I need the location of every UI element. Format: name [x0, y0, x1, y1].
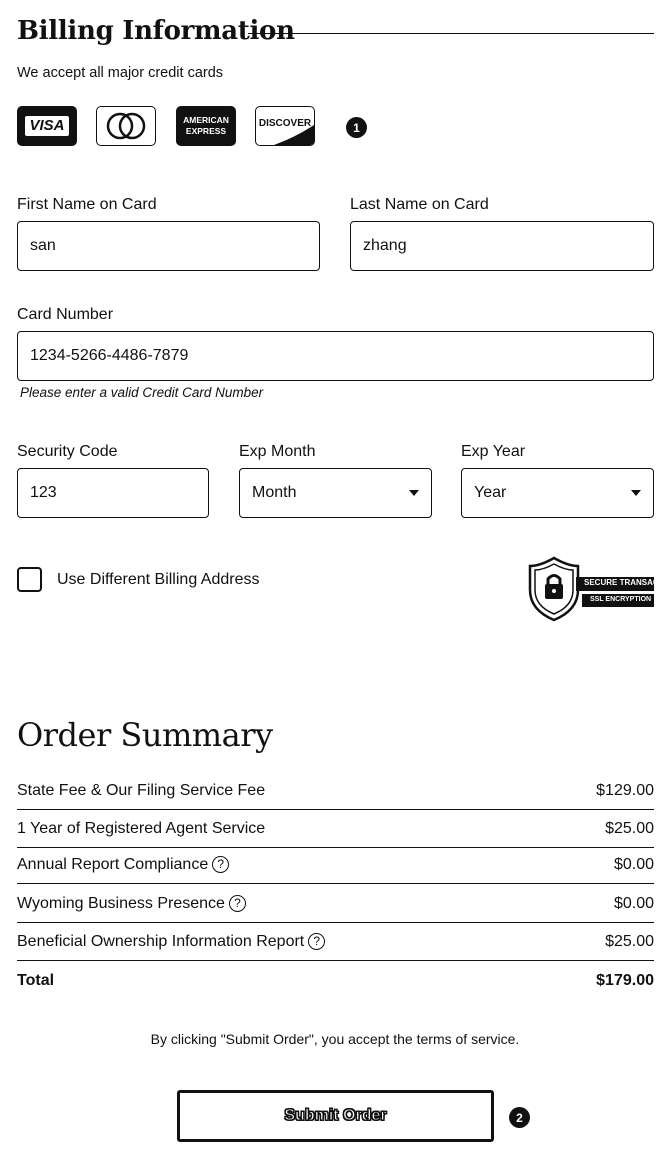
- exp-year-value: Year: [474, 484, 507, 501]
- summary-row-amount: $0.00: [613, 855, 654, 873]
- mastercard-logo: [96, 106, 156, 146]
- summary-row: State Fee & Our Filing Service Fee $129.…: [17, 772, 654, 810]
- last-name-label: Last Name on Card: [350, 196, 489, 213]
- chevron-down-icon: [409, 490, 419, 496]
- amex-text-line2: EXPRESS: [185, 126, 227, 136]
- amex-logo: AMERICAN EXPRESS: [176, 106, 236, 146]
- summary-row-amount: $25.00: [605, 932, 654, 950]
- summary-row: Beneficial Ownership Information Report?…: [17, 923, 654, 961]
- visa-logo: VISA: [17, 106, 77, 146]
- summary-row-label: 1 Year of Registered Agent Service: [17, 819, 266, 837]
- checkout-page: Billing Information We accept all major …: [0, 0, 670, 1168]
- total-label: Total: [17, 972, 55, 989]
- help-icon[interactable]: ?: [228, 894, 246, 912]
- summary-row-label: State Fee & Our Filing Service Fee: [17, 781, 266, 799]
- security-code-field[interactable]: [17, 468, 209, 518]
- chevron-down-icon: [631, 490, 641, 496]
- summary-row-label-wrap: Beneficial Ownership Information Report?: [17, 932, 326, 951]
- summary-row-amount: $25.00: [605, 819, 654, 837]
- summary-row-label: Beneficial Ownership Information Report: [17, 932, 305, 950]
- first-name-label: First Name on Card: [17, 196, 157, 213]
- different-billing-address-checkbox[interactable]: [17, 567, 42, 592]
- discover-logo: DISCOVER: [255, 106, 315, 146]
- help-icon[interactable]: ?: [212, 855, 230, 873]
- mastercard-circles-icon: [106, 112, 146, 140]
- exp-year-label: Exp Year: [461, 443, 526, 460]
- visa-text: VISA: [29, 117, 65, 134]
- annotation-marker-1: 1: [346, 117, 367, 138]
- annotation-marker-2: 2: [509, 1107, 530, 1128]
- summary-row: Annual Report Compliance? $0.00: [17, 846, 654, 884]
- help-icon[interactable]: ?: [308, 932, 326, 950]
- discover-swoosh-icon: [274, 125, 314, 145]
- submit-order-label: Submit Order: [284, 1107, 387, 1125]
- card-number-field[interactable]: [17, 331, 654, 381]
- summary-row: 1 Year of Registered Agent Service $25.0…: [17, 810, 654, 848]
- card-number-error: Please enter a valid Credit Card Number: [20, 385, 264, 400]
- secure-transaction-badge: SECURE TRANSACTION SSL ENCRYPTION: [524, 556, 670, 622]
- first-name-field[interactable]: [17, 221, 320, 271]
- billing-title: Billing Information: [17, 16, 295, 46]
- title-divider: [248, 33, 654, 34]
- secure-badge-line1: SECURE TRANSACTION: [584, 578, 670, 587]
- amex-text-line1: AMERICAN: [183, 115, 229, 125]
- secure-badge-line2: SSL ENCRYPTION: [590, 596, 652, 603]
- exp-year-select[interactable]: Year: [461, 468, 654, 518]
- different-billing-address-label[interactable]: Use Different Billing Address: [57, 571, 259, 589]
- security-code-label: Security Code: [17, 443, 118, 460]
- summary-row-label-wrap: Annual Report Compliance?: [17, 855, 230, 874]
- exp-month-select[interactable]: Month: [239, 468, 432, 518]
- card-number-label: Card Number: [17, 306, 114, 323]
- summary-row-amount: $0.00: [613, 894, 654, 912]
- shield-lock-icon: [528, 556, 654, 622]
- summary-row-amount: $129.00: [596, 781, 654, 799]
- total-amount: $179.00: [596, 972, 654, 989]
- summary-row: Wyoming Business Presence? $0.00: [17, 885, 654, 923]
- accepted-cards-text: We accept all major credit cards: [17, 65, 224, 81]
- terms-notice: By clicking "Submit Order", you accept t…: [150, 1031, 520, 1047]
- summary-row-label-wrap: Wyoming Business Presence?: [17, 895, 246, 913]
- submit-order-button[interactable]: Submit Order: [177, 1090, 494, 1142]
- summary-row-label: Annual Report Compliance: [17, 855, 209, 873]
- exp-month-value: Month: [252, 484, 297, 501]
- summary-total-row: Total $179.00: [17, 962, 654, 1000]
- exp-month-label: Exp Month: [239, 443, 316, 460]
- order-summary-title: Order Summary: [17, 716, 273, 754]
- last-name-field[interactable]: [350, 221, 654, 271]
- summary-row-label: Wyoming Business Presence: [17, 894, 225, 912]
